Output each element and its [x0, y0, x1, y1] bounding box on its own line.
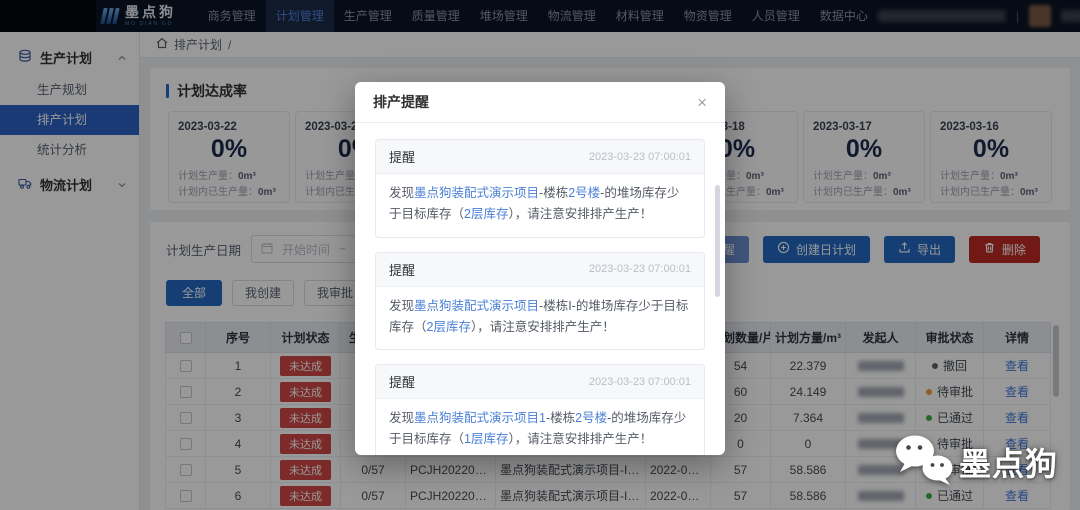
reminder-text: 发现 — [389, 411, 414, 425]
modal-body: 提醒2023-03-23 07:00:01发现墨点狗装配式演示项目-楼栋2号楼-… — [355, 123, 725, 455]
reminder-timestamp: 2023-03-23 07:00:01 — [589, 151, 691, 163]
reminder-link[interactable]: 墨点狗装配式演示项目 — [414, 186, 539, 200]
reminder-header: 提醒 2023-03-23 07:00:01 — [376, 253, 704, 287]
reminder-text: 发现 — [389, 186, 414, 200]
reminder-text: -楼栋 — [539, 186, 568, 200]
watermark-text: 墨点狗 — [959, 439, 1058, 485]
modal-title: 排产提醒 — [373, 92, 429, 112]
reminder-text: ），请注意安排排产生产！ — [471, 320, 615, 334]
wechat-icon — [893, 432, 955, 492]
reminder-link[interactable]: 2层库存 — [427, 320, 471, 334]
reminder-card: 提醒 2023-03-23 07:00:01 发现墨点狗装配式演示项目1-楼栋2号楼… — [375, 364, 705, 455]
reminder-text: -楼栋 — [546, 411, 575, 425]
reminder-list: 提醒2023-03-23 07:00:01发现墨点狗装配式演示项目-楼栋2号楼-… — [375, 139, 705, 455]
reminder-text: 发现 — [389, 299, 414, 313]
reminder-card: 提醒 2023-03-23 07:00:01 发现墨点狗装配式演示项目-楼栋I-的堆… — [375, 252, 705, 351]
reminder-link[interactable]: 1层库存 — [464, 432, 508, 446]
reminder-title: 提醒 — [389, 260, 415, 279]
reminder-text: ），请注意安排排产生产！ — [508, 432, 652, 446]
close-icon[interactable]: × — [697, 94, 707, 111]
watermark: 墨点狗 — [893, 432, 1058, 492]
reminder-message: 发现墨点狗装配式演示项目1-楼栋2号楼-的堆场库存少于目标库存（1层库存），请注… — [376, 399, 704, 455]
modal-scrollbar[interactable] — [715, 185, 720, 297]
reminder-header: 提醒 2023-03-23 07:00:01 — [376, 140, 704, 174]
reminder-title: 提醒 — [389, 147, 415, 166]
reminder-link[interactable]: 2层库存 — [464, 207, 508, 221]
reminder-title: 提醒 — [389, 372, 415, 391]
reminder-modal: 排产提醒 × 提醒2023-03-23 07:00:01发现墨点狗装配式演示项目… — [355, 82, 725, 455]
reminder-message: 发现墨点狗装配式演示项目-楼栋2号楼-的堆场库存少于目标库存（2层库存），请注意… — [376, 174, 704, 237]
reminder-link[interactable]: 2号楼 — [575, 411, 607, 425]
reminder-text: ），请注意安排排产生产！ — [508, 207, 652, 221]
reminder-timestamp: 2023-03-23 07:00:01 — [589, 263, 691, 275]
reminder-link[interactable]: 墨点狗装配式演示项目 — [414, 299, 539, 313]
reminder-card: 提醒 2023-03-23 07:00:01 发现墨点狗装配式演示项目-楼栋2号楼-… — [375, 139, 705, 238]
app-window: 墨点狗 MO DIAN GO 商务管理计划管理生产管理质量管理堆场管理物流管理材… — [0, 0, 1080, 510]
reminder-link[interactable]: 2号楼 — [568, 186, 600, 200]
reminder-link[interactable]: 墨点狗装配式演示项目1 — [414, 411, 546, 425]
modal-header: 排产提醒 × — [355, 82, 725, 123]
reminder-message: 发现墨点狗装配式演示项目-楼栋I-的堆场库存少于目标库存（2层库存），请注意安排… — [376, 287, 704, 350]
reminder-timestamp: 2023-03-23 07:00:01 — [589, 376, 691, 388]
reminder-header: 提醒 2023-03-23 07:00:01 — [376, 365, 704, 399]
